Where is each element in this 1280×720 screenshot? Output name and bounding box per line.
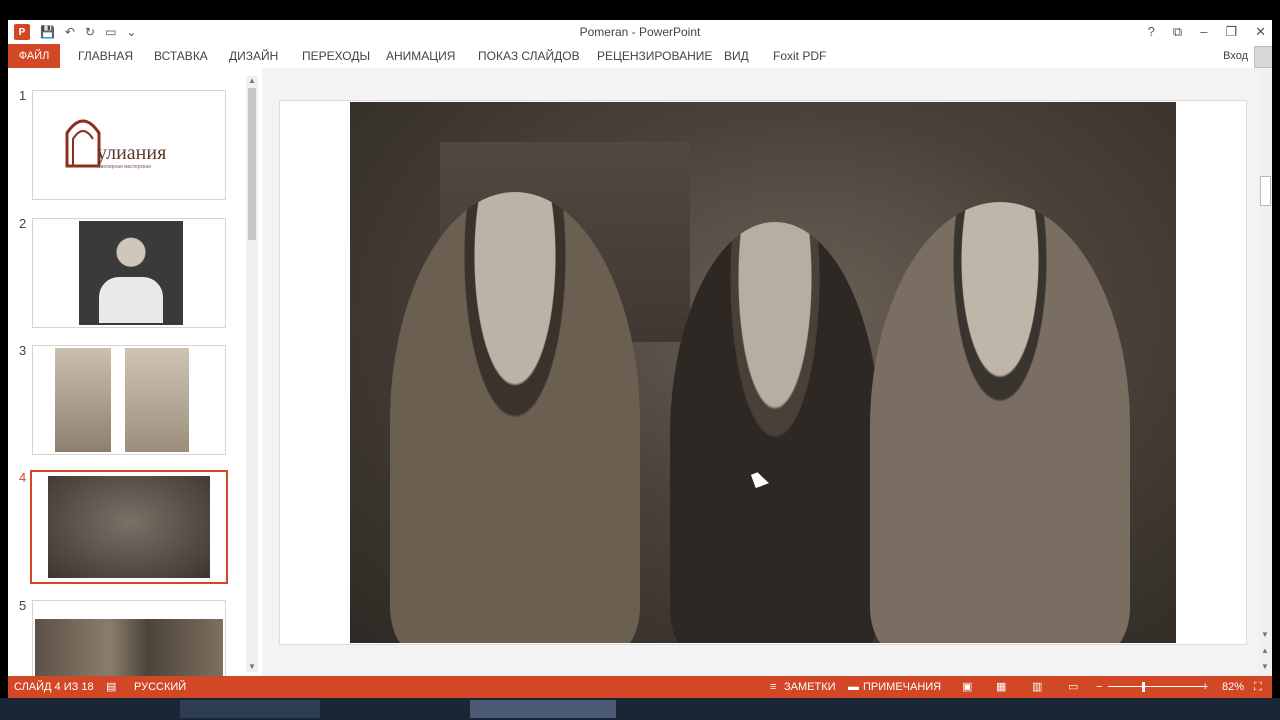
slide-thumbnail-2[interactable] (32, 218, 226, 328)
powerpoint-window: P 💾 ↶ ↻ ▭ ⌄ Pomeran - PowerPoint ? ⧉ – ❐… (8, 20, 1272, 698)
save-icon[interactable]: 💾 (40, 23, 55, 41)
tab-animations[interactable]: АНИМАЦИЯ (386, 44, 455, 68)
group-photograph[interactable] (350, 102, 1176, 643)
tab-transitions[interactable]: ПЕРЕХОДЫ (302, 44, 370, 68)
user-avatar[interactable] (1254, 46, 1272, 68)
ribbon-display-options-icon[interactable]: ⧉ (1173, 23, 1182, 41)
logo-text: улиания (97, 142, 166, 164)
quick-access-toolbar: P 💾 ↶ ↻ ▭ ⌄ (14, 23, 136, 41)
thumbnail-number: 5 (19, 598, 27, 613)
scroll-up-icon[interactable]: ▲ (248, 76, 256, 86)
taskbar-item[interactable] (180, 700, 320, 718)
spellcheck-icon[interactable]: ▤ (106, 676, 116, 698)
tab-review[interactable]: РЕЦЕНЗИРОВАНИЕ (597, 44, 712, 68)
portrait-shirt (99, 277, 163, 323)
powerpoint-app-icon[interactable]: P (14, 24, 30, 40)
tab-view[interactable]: ВИД (724, 44, 749, 68)
slide-thumbnail-5[interactable] (32, 600, 226, 678)
comments-icon[interactable]: ▬ (848, 676, 859, 698)
tab-design[interactable]: ДИЗАЙН (229, 44, 278, 68)
child-photo-right (125, 348, 189, 452)
logo-image: улиания ювелирная мастерская (65, 119, 166, 170)
comments-button[interactable]: ПРИМЕЧАНИЯ (863, 676, 941, 698)
close-icon[interactable]: ✕ (1255, 23, 1266, 41)
scroll-down-icon[interactable]: ▼ (248, 662, 256, 672)
woman-left-figure (390, 192, 640, 643)
taskbar (0, 698, 1280, 720)
child-photo-left (55, 348, 111, 452)
thumbnails-scrollbar[interactable]: ▲ ▼ (246, 76, 258, 672)
tab-slideshow[interactable]: ПОКАЗ СЛАЙДОВ (478, 44, 580, 68)
tab-insert[interactable]: ВСТАВКА (154, 44, 208, 68)
logo-subtitle: ювелирная мастерская (97, 164, 151, 170)
slideshow-icon[interactable]: ▭ (1068, 676, 1078, 698)
zoom-slider-knob[interactable] (1142, 682, 1145, 692)
group-photo-thumb (48, 476, 210, 578)
slide-sorter-icon[interactable]: ▦ (996, 676, 1006, 698)
slide-counter: СЛАЙД 4 ИЗ 18 (14, 681, 94, 693)
normal-view-icon[interactable]: ▣ (962, 676, 972, 698)
redo-icon[interactable]: ↻ (85, 23, 95, 41)
notes-button[interactable]: ЗАМЕТКИ (784, 676, 836, 698)
window-controls: ? ⧉ – ❐ ✕ (1148, 23, 1266, 41)
window-title: Pomeran - PowerPoint (579, 25, 701, 39)
slide-scrollbar-thumb[interactable] (1260, 176, 1271, 206)
zoom-in-icon[interactable]: + (1202, 676, 1208, 698)
thumbnail-number: 4 (19, 470, 27, 485)
minimize-icon[interactable]: – (1200, 23, 1207, 41)
slide-thumbnail-4[interactable] (30, 470, 228, 584)
undo-icon[interactable]: ↶ (65, 23, 75, 41)
slide-editor: ▼ ▲ ▼ (262, 68, 1272, 676)
previous-slide-icon[interactable]: ▲ (1261, 646, 1269, 656)
document-photo-thumb (35, 619, 223, 677)
scrollbar-thumb[interactable] (248, 88, 256, 240)
tab-file[interactable]: ФАЙЛ (8, 44, 60, 68)
current-slide[interactable] (279, 100, 1247, 645)
reading-view-icon[interactable]: ▥ (1032, 676, 1042, 698)
notes-icon[interactable]: ≡ (770, 676, 776, 698)
presentation-icon[interactable]: ▭ (105, 23, 116, 41)
ribbon-tabs: ФАЙЛ ГЛАВНАЯ ВСТАВКА ДИЗАЙН ПЕРЕХОДЫ АНИ… (8, 44, 1272, 69)
language-indicator[interactable]: РУССКИЙ (134, 676, 186, 698)
zoom-slider[interactable] (1108, 686, 1204, 687)
slide-thumbnail-1[interactable]: улиания ювелирная мастерская (32, 90, 226, 200)
next-slide-icon[interactable]: ▼ (1261, 662, 1269, 672)
thumbnail-number: 1 (19, 88, 27, 103)
tab-foxit-pdf[interactable]: Foxit PDF (773, 44, 826, 68)
title-bar: P 💾 ↶ ↻ ▭ ⌄ Pomeran - PowerPoint ? ⧉ – ❐… (8, 20, 1272, 44)
slide-scrollbar[interactable]: ▼ ▲ ▼ (1258, 68, 1272, 676)
thumbnail-number: 3 (19, 343, 27, 358)
slide-thumbnails-pane: 1 улиания ювелирная мастерская 2 3 4 5 ▲… (8, 68, 262, 678)
fit-to-window-icon[interactable]: ⛶ (1254, 676, 1262, 698)
sign-in-link[interactable]: Вход (1223, 44, 1248, 68)
help-icon[interactable]: ? (1148, 23, 1155, 41)
slide-thumbnail-3[interactable] (32, 345, 226, 455)
man-right-figure (870, 202, 1130, 643)
tab-home[interactable]: ГЛАВНАЯ (78, 44, 133, 68)
zoom-level[interactable]: 82% (1222, 676, 1244, 698)
woman-center-figure (670, 222, 880, 643)
taskbar-item-active[interactable] (470, 700, 616, 718)
zoom-out-icon[interactable]: − (1096, 676, 1102, 698)
scroll-down-icon[interactable]: ▼ (1261, 630, 1269, 640)
customize-qat-icon[interactable]: ⌄ (126, 23, 136, 41)
status-bar: СЛАЙД 4 ИЗ 18 ▤ РУССКИЙ ≡ ЗАМЕТКИ ▬ ПРИМ… (8, 676, 1272, 698)
restore-icon[interactable]: ❐ (1225, 23, 1237, 41)
thumbnail-number: 2 (19, 216, 27, 231)
